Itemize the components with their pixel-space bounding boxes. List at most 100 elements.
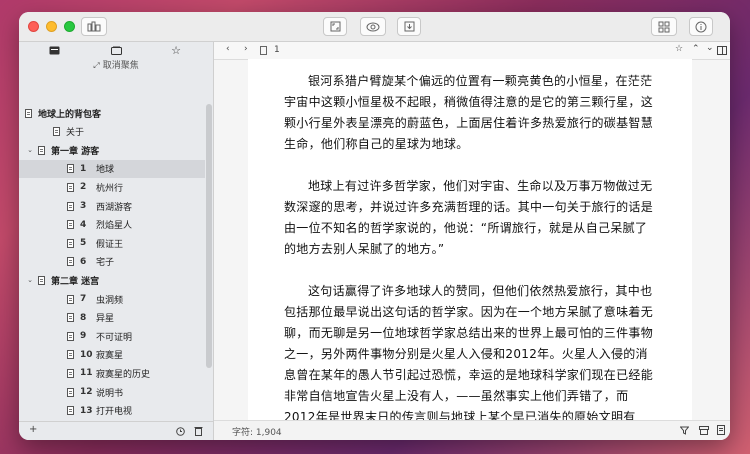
export-button[interactable] <box>397 17 421 36</box>
split-view-icon[interactable] <box>717 46 727 55</box>
tree-item-label: 关于 <box>66 128 85 139</box>
library-tab-icon <box>49 46 59 54</box>
tree-item-label: 异星 <box>96 314 115 325</box>
tree-item-label: 不可证明 <box>96 332 133 343</box>
unfocus-icon: ⤢ <box>93 61 100 70</box>
preview-button[interactable] <box>360 17 386 36</box>
document-icon <box>67 257 74 267</box>
back-arrow-icon[interactable]: ‹ <box>226 44 230 54</box>
tree-item-number: 5 <box>80 238 87 249</box>
tree-item-label: 打开电视 <box>96 407 133 418</box>
library-icon <box>87 21 101 32</box>
document-icon <box>67 238 74 248</box>
tree-doc-item[interactable]: 6 宅子 <box>19 253 205 271</box>
trash-icon[interactable] <box>194 426 203 436</box>
paragraph[interactable]: 地球上有过许多哲学家，他们对宇宙、生命以及万事万物做过无数深邃的思考，并说过许多… <box>284 176 656 260</box>
tree-item-label: 第二章 迷宫 <box>51 276 100 287</box>
tree-item-number: 9 <box>80 331 87 342</box>
tree-doc-item[interactable]: 13 打开电视 <box>19 402 205 420</box>
add-button[interactable]: + <box>29 424 37 435</box>
document-stats-icon[interactable] <box>717 425 725 435</box>
tree-item-number: 3 <box>80 201 87 211</box>
library-button[interactable] <box>81 17 107 36</box>
document-icon <box>67 368 74 378</box>
editor-topbar: ‹ › 1 ☆ ⌃ ⌄ <box>214 42 730 60</box>
chevron-down-icon[interactable]: ⌄ <box>706 43 714 53</box>
tree-item-number: 12 <box>80 387 93 397</box>
document-icon <box>67 331 74 341</box>
document-icon <box>53 127 60 137</box>
star-icon: ☆ <box>171 43 181 57</box>
sidebar-scrollbar[interactable] <box>206 104 212 368</box>
forward-arrow-icon[interactable]: › <box>244 44 248 54</box>
fullscreen-icon <box>330 21 340 32</box>
tree-item-number: 6 <box>80 256 87 267</box>
document-page[interactable]: 银河系猎户臂旋某个偏远的位置有一颗亮黄色的小恒星，在茫茫宇宙中这颗小恒星极不起眼… <box>248 59 692 421</box>
preview-icon <box>366 22 380 31</box>
clock-icon[interactable] <box>176 427 185 436</box>
filter-icon[interactable] <box>680 426 689 435</box>
tree-item-number: 11 <box>80 368 93 379</box>
tree-item-label: 地球 <box>96 165 115 176</box>
tree-doc-item[interactable]: 9 不可证明 <box>19 327 205 345</box>
zoom-window-button[interactable] <box>64 21 75 32</box>
tree-doc-item[interactable]: 4 烈焰星人 <box>19 216 205 234</box>
unfocus-button[interactable]: ⤢ 取消聚焦 <box>19 58 213 74</box>
archive-icon[interactable] <box>699 426 709 435</box>
folder-icon <box>110 46 122 55</box>
group-doc-icon <box>38 145 45 155</box>
document-icon <box>67 406 74 416</box>
paragraph[interactable]: 银河系猎户臂旋某个偏远的位置有一颗亮黄色的小恒星，在茫茫宇宙中这颗小恒星极不起眼… <box>284 71 656 155</box>
sidebar: ☆ ⤢ 取消聚焦 地球上的背包客关于 ⌄ 第一章 游客 1 地球 2 杭州行 3 西湖游客 4 烈焰星… <box>19 42 214 440</box>
tree-item-number: 2 <box>80 182 87 193</box>
grid-button[interactable] <box>651 17 677 36</box>
tree-doc-item[interactable]: 8 异星 <box>19 309 205 327</box>
chevron-up-icon[interactable]: ⌃ <box>692 44 700 54</box>
tree-item-label: 说明书 <box>96 388 124 399</box>
grid-icon <box>658 21 670 32</box>
favorite-star-icon[interactable]: ☆ <box>675 44 683 54</box>
tab-favorites[interactable]: ☆ <box>169 43 183 57</box>
tree-doc-item[interactable]: 1 地球 <box>19 159 205 178</box>
chevron-down-icon[interactable]: ⌄ <box>26 146 34 154</box>
tree-doc-item[interactable]: 2 杭州行 <box>19 178 205 196</box>
tab-sheet[interactable] <box>109 44 123 56</box>
tree-item-label: 宅子 <box>96 258 115 269</box>
info-button[interactable] <box>689 17 713 36</box>
tree-doc-item[interactable]: 7 虫洞频 <box>19 290 205 308</box>
document-icon <box>67 220 74 230</box>
app-window: ☆ ⤢ 取消聚焦 地球上的背包客关于 ⌄ 第一章 游客 1 地球 2 杭州行 3 西湖游客 4 烈焰星… <box>19 12 730 440</box>
page-number: 1 <box>274 45 280 55</box>
paragraph[interactable]: 这句话赢得了许多地球人的赞同，但他们依然热爱旅行，其中也包括那位最早说出这句话的… <box>284 281 656 421</box>
tree-item-label: 假证王 <box>96 239 124 250</box>
chevron-down-icon[interactable]: ⌄ <box>26 276 34 284</box>
tree-item-label: 西湖游客 <box>96 202 133 213</box>
tree-item-label: 寂寞星的历史 <box>96 369 151 380</box>
status-bar: 字符: 1,904 <box>214 420 730 440</box>
close-window-button[interactable] <box>28 21 39 32</box>
document-icon <box>67 387 74 397</box>
tree-doc-item[interactable]: 3 西湖游客 <box>19 197 205 215</box>
export-icon <box>404 21 414 32</box>
tree-doc-item[interactable]: 地球上的背包客 <box>19 104 205 122</box>
tree-doc-item[interactable]: 12 说明书 <box>19 383 205 401</box>
tab-library[interactable] <box>47 44 61 56</box>
tree-group-item[interactable]: ⌄ 第一章 游客 <box>19 141 205 159</box>
document-icon <box>67 164 74 174</box>
sidebar-tabs: ☆ <box>19 42 213 58</box>
tree-group-item[interactable]: ⌄ 第二章 迷宫 <box>19 271 205 289</box>
tree-item-number: 1 <box>80 163 87 174</box>
fullscreen-button[interactable] <box>323 17 347 36</box>
tree-doc-item[interactable]: 11 寂寞星的历史 <box>19 364 205 382</box>
info-icon <box>695 21 707 32</box>
tree-doc-item[interactable]: 关于 <box>19 123 205 141</box>
tree-doc-item[interactable]: 5 假证王 <box>19 234 205 252</box>
group-doc-icon <box>38 275 45 285</box>
tree-doc-item[interactable]: 10 寂寞星 <box>19 346 205 364</box>
tree-item-number: 8 <box>80 312 87 323</box>
document-icon <box>67 294 74 304</box>
sidebar-footer: + <box>19 421 213 440</box>
document-icon <box>67 201 74 211</box>
minimize-window-button[interactable] <box>46 21 57 32</box>
tree-item-label: 第一章 游客 <box>51 146 100 157</box>
